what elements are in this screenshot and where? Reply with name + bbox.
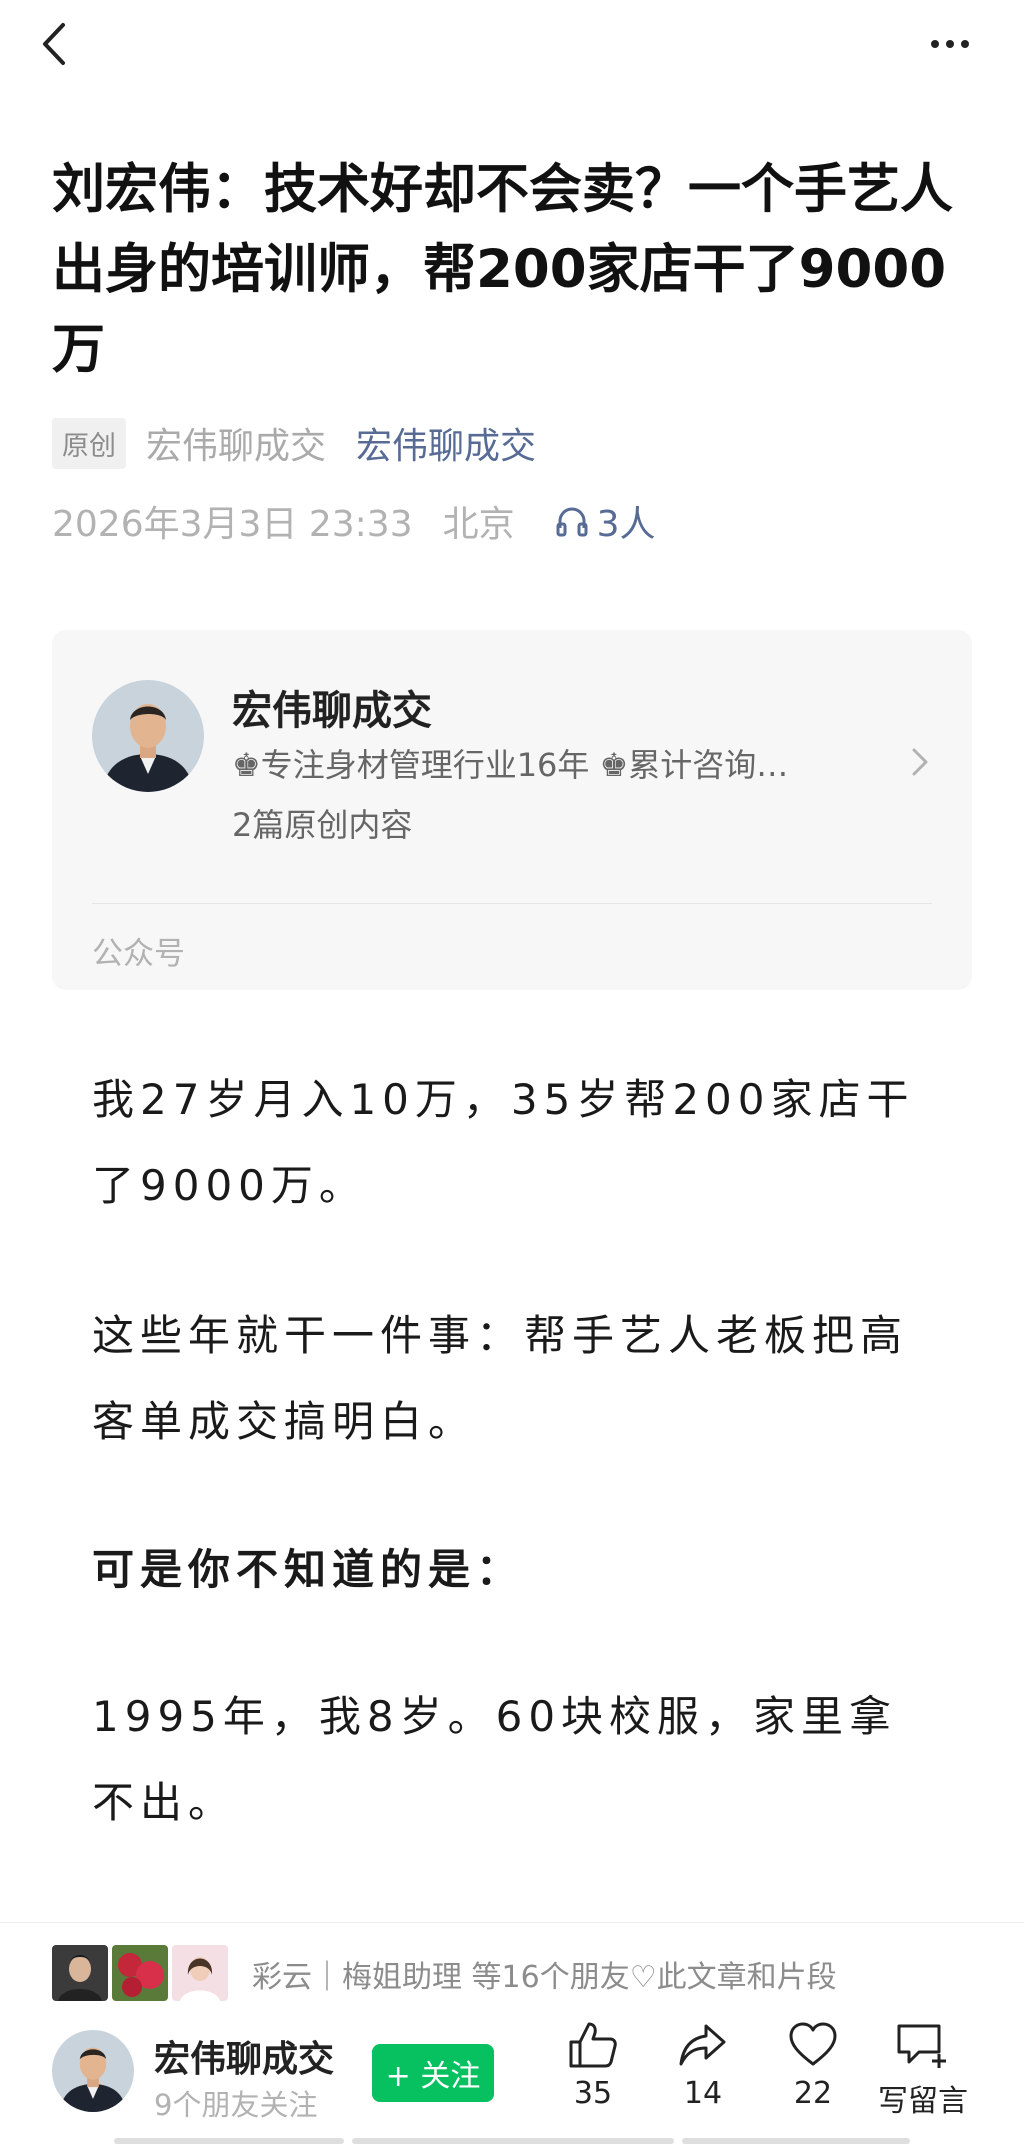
friend-avatar	[112, 1945, 168, 2001]
more-button[interactable]	[920, 26, 980, 62]
card-divider	[92, 903, 932, 904]
author-avatar[interactable]	[52, 2030, 134, 2112]
article-meta: 原创 宏伟聊成交 宏伟聊成交	[52, 417, 536, 469]
comment-icon	[897, 2024, 946, 2068]
original-count: 2篇原创内容	[232, 806, 413, 844]
comment-label: 写留言	[878, 2084, 968, 2119]
original-badge: 原创	[52, 417, 126, 469]
heart-icon	[789, 2022, 837, 2066]
article-meta-secondary: 2026年3月3日 23:33 北京 3人	[52, 496, 656, 546]
headphones-icon	[556, 507, 588, 537]
account-description: ♚专注身材管理行业16年 ♚累计咨询…	[232, 746, 789, 784]
article-title: 刘宏伟：技术好却不会卖？一个手艺人出身的培训师，帮200家店干了9000万	[52, 159, 953, 380]
chevron-left-icon	[43, 23, 65, 65]
account-card[interactable]	[52, 630, 972, 990]
like-button[interactable]: 35	[538, 2020, 648, 2111]
follow-button[interactable]: + 关注	[372, 2044, 494, 2102]
body-paragraph-bold: 可是你不知道的是：	[92, 1545, 525, 1594]
scroll-indicator	[682, 2138, 910, 2144]
like-count: 35	[573, 2076, 613, 2111]
friends-following: 9个朋友关注	[154, 2088, 318, 2122]
friend-avatar	[172, 1945, 228, 2001]
favorite-count: 22	[793, 2076, 833, 2111]
scroll-indicator	[352, 2138, 674, 2144]
more-dots-icon	[931, 40, 939, 48]
account-avatar	[92, 680, 204, 792]
bottom-author-name: 宏伟聊成交	[154, 2039, 335, 2080]
listen-count: 3人	[596, 504, 656, 545]
share-count: 14	[683, 2076, 723, 2111]
share-arrow-icon	[679, 2024, 726, 2066]
favorite-button[interactable]: 22	[758, 2020, 868, 2111]
account-link[interactable]: 宏伟聊成交	[356, 417, 536, 469]
body-paragraph: 我27岁月入10万，35岁帮200家店干了9000万。	[92, 1075, 915, 1210]
comment-button[interactable]: 写留言	[868, 2020, 978, 2120]
friend-avatar	[52, 1945, 108, 2001]
account-name: 宏伟聊成交	[232, 688, 432, 734]
body-paragraph: 1995年，我8岁。60块校服，家里拿不出。	[92, 1692, 898, 1827]
bottom-divider	[0, 1922, 1024, 1923]
share-button[interactable]: 14	[648, 2020, 758, 2111]
back-button[interactable]	[34, 16, 74, 72]
scroll-indicator	[114, 2138, 344, 2144]
thumbs-up-icon	[569, 2022, 617, 2068]
friends-liked-text[interactable]: 彩云｜梅姐助理 等16个朋友♡此文章和片段	[252, 1952, 837, 1996]
publish-date: 2026年3月3日 23:33	[52, 504, 413, 545]
publish-location: 北京	[442, 504, 515, 545]
body-paragraph: 这些年就干一件事：帮手艺人老板把高客单成交搞明白。	[92, 1311, 909, 1446]
chevron-right-icon	[905, 742, 935, 782]
account-type: 公众号	[92, 936, 185, 972]
author-name: 宏伟聊成交	[146, 426, 327, 467]
listen-button[interactable]: 3人	[555, 495, 656, 547]
